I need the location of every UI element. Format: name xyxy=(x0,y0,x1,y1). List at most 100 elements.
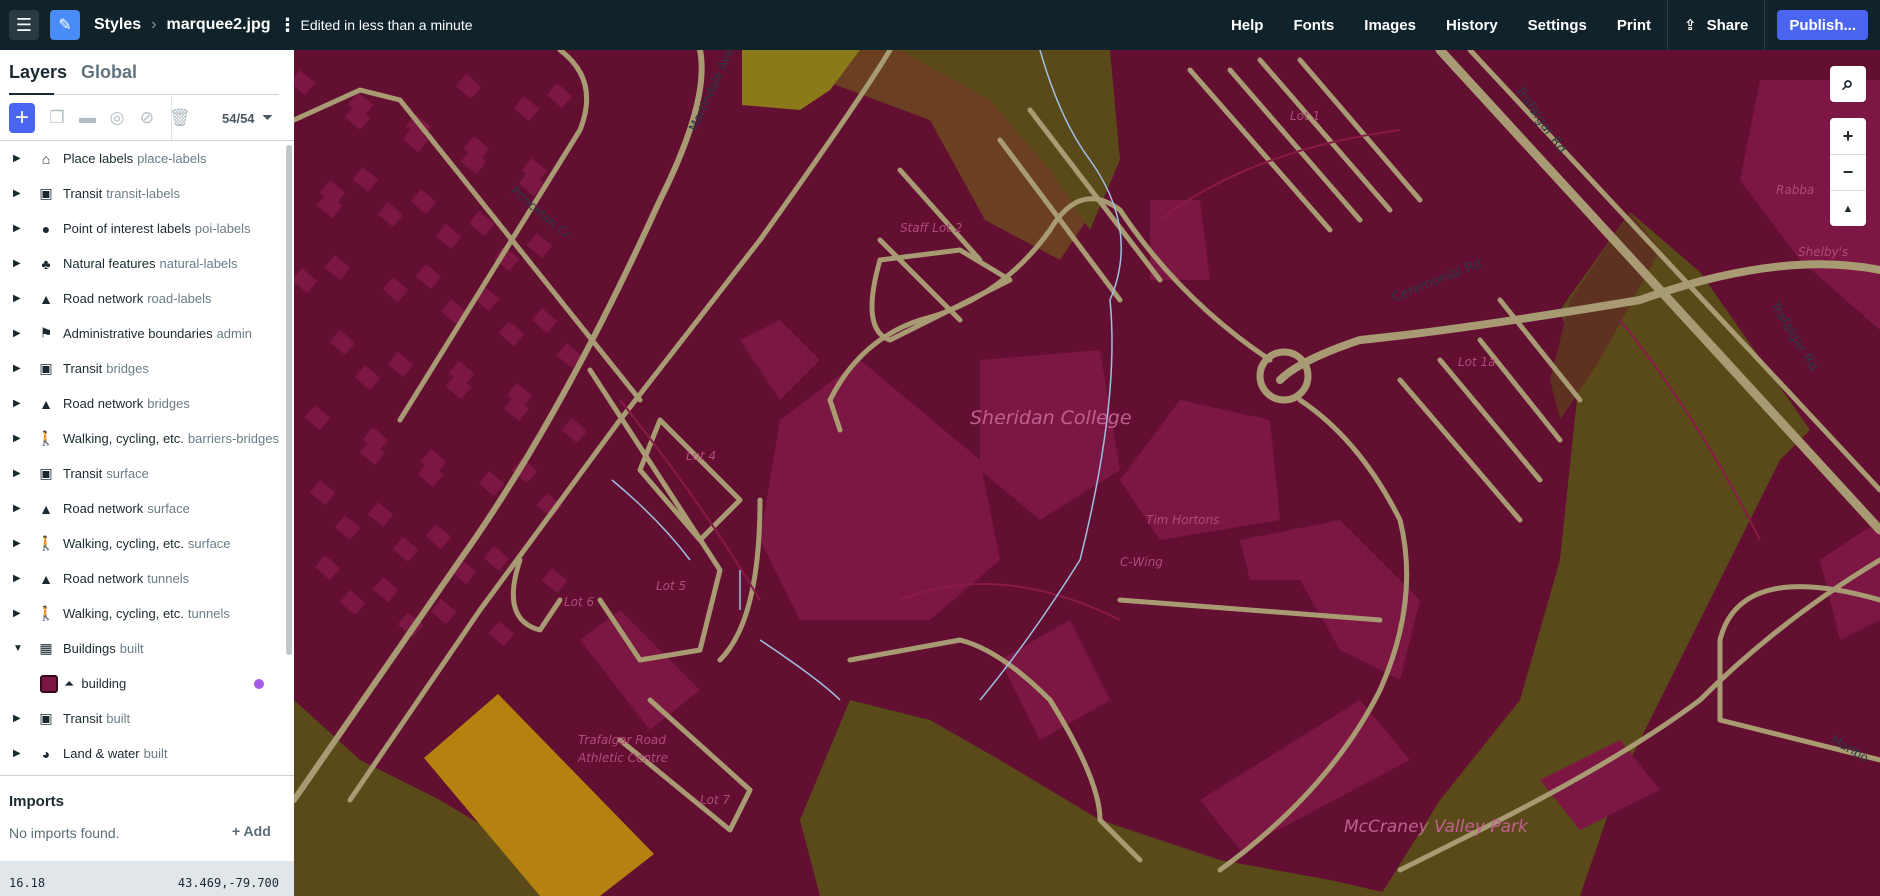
nav-fonts[interactable]: Fonts xyxy=(1293,17,1334,34)
transit-icon: ▣ xyxy=(39,710,53,726)
fill-layer-icon: ⏶ xyxy=(64,675,75,691)
layer-group[interactable]: ▶ ◕ Land & water built xyxy=(0,736,284,771)
caret-right-icon[interactable]: ▶ xyxy=(13,223,27,234)
layer-count[interactable]: 54/54 xyxy=(222,111,255,126)
poi-label: C-Wing xyxy=(1120,555,1163,569)
layer-source: natural-labels xyxy=(159,256,238,271)
caret-right-icon[interactable]: ▶ xyxy=(13,293,27,304)
flag-icon: ⚑ xyxy=(39,325,53,341)
divider xyxy=(0,775,294,776)
filter-icon[interactable]: ⏷ xyxy=(262,109,273,126)
caret-right-icon[interactable]: ▶ xyxy=(13,748,27,759)
share-button[interactable]: ⇪ Share xyxy=(1667,0,1766,50)
place-label: Sheridan College xyxy=(970,407,1132,429)
layer-source: surface xyxy=(187,536,231,551)
edit-status: Edited in less than a minute xyxy=(300,17,473,33)
caret-right-icon[interactable]: ▶ xyxy=(13,573,27,584)
status-footer: 16.18 43.469,-79.700 xyxy=(0,861,294,896)
layer-source: bridges xyxy=(106,361,149,376)
layer-source: transit-labels xyxy=(106,186,180,201)
tab-layers[interactable]: Layers xyxy=(9,62,67,83)
layer-source: tunnels xyxy=(187,606,230,621)
layer-group[interactable]: ▶ ♣ Natural features natural-labels xyxy=(0,246,284,281)
add-import-button[interactable]: + Add xyxy=(232,823,271,839)
caret-down-icon[interactable]: ▼ xyxy=(13,643,27,654)
scrollbar[interactable] xyxy=(286,145,292,655)
layer-group[interactable]: ▶ ▣ Transit surface xyxy=(0,456,284,491)
layer-group[interactable]: ▶ ● Point of interest labels poi-labels xyxy=(0,211,284,246)
layer-group[interactable]: ▶ 🚶 Walking, cycling, etc. surface xyxy=(0,526,284,561)
layer-source: built xyxy=(119,641,144,656)
park-label: McCraney Valley Park xyxy=(1344,817,1529,837)
layer-name: Walking, cycling, etc. xyxy=(63,606,184,621)
layer-group[interactable]: ▶ ▲ Road network surface xyxy=(0,491,284,526)
caret-right-icon[interactable]: ▶ xyxy=(13,398,27,409)
tab-global[interactable]: Global xyxy=(81,62,137,83)
menu-button[interactable]: ☰ xyxy=(9,10,39,40)
nature-icon: ♣ xyxy=(41,255,51,272)
publish-button[interactable]: Publish... xyxy=(1777,10,1868,40)
poi-label: Tim Hortons xyxy=(1146,513,1219,527)
layer-group[interactable]: ▶ 🚶 Walking, cycling, etc. tunnels xyxy=(0,596,284,631)
more-options-icon[interactable]: ⋮ xyxy=(279,16,297,34)
layer-name: Transit xyxy=(63,711,103,726)
layer-group[interactable]: ▶ ▲ Road network bridges xyxy=(0,386,284,421)
caret-right-icon[interactable]: ▶ xyxy=(13,503,27,514)
nav-settings[interactable]: Settings xyxy=(1528,17,1587,34)
nav-help[interactable]: Help xyxy=(1231,17,1264,34)
layer-group[interactable]: ▶ ▲ Road network tunnels xyxy=(0,561,284,596)
breadcrumb-styles[interactable]: Styles xyxy=(94,16,141,34)
caret-right-icon[interactable]: ▶ xyxy=(13,433,27,444)
zoom-in-button[interactable]: + xyxy=(1843,118,1854,154)
caret-right-icon[interactable]: ▶ xyxy=(13,538,27,549)
caret-right-icon[interactable]: ▶ xyxy=(13,188,27,199)
zoom-out-button[interactable]: − xyxy=(1830,154,1866,190)
search-button[interactable]: ⌕ xyxy=(1830,66,1866,102)
road-icon: ▲ xyxy=(39,570,53,587)
layer-name: Administrative boundaries xyxy=(63,326,213,341)
duplicate-icon[interactable]: ❐ xyxy=(49,108,65,128)
caret-right-icon[interactable]: ▶ xyxy=(13,153,27,164)
nav-images[interactable]: Images xyxy=(1364,17,1416,34)
caret-right-icon[interactable]: ▶ xyxy=(13,713,27,724)
caret-right-icon[interactable]: ▶ xyxy=(13,468,27,479)
studio-logo[interactable]: ✎ xyxy=(50,10,80,40)
layer-group[interactable]: ▼ ▦ Buildings built xyxy=(0,631,284,666)
road-icon: ▲ xyxy=(39,500,53,517)
layer-group[interactable]: ▶ ▣ Transit bridges xyxy=(0,351,284,386)
add-layer-button[interactable]: + xyxy=(9,103,35,133)
search-icon: ⌕ xyxy=(1842,72,1854,95)
transit-icon: ▣ xyxy=(39,360,53,376)
layer-group[interactable]: ▶ ▣ Transit transit-labels xyxy=(0,176,284,211)
caret-right-icon[interactable]: ▶ xyxy=(13,328,27,339)
caret-right-icon[interactable]: ▶ xyxy=(13,363,27,374)
road-icon: ▲ xyxy=(39,395,53,412)
folder-icon[interactable]: ▬ xyxy=(79,108,96,128)
style-name[interactable]: marquee2.jpg xyxy=(166,16,270,34)
select-icon[interactable]: ◎ xyxy=(109,108,125,128)
layer-group[interactable]: ▶ ▣ Transit built xyxy=(0,701,284,736)
compass-button[interactable]: ▲ xyxy=(1830,190,1866,226)
layer-name: Transit xyxy=(63,361,103,376)
layer-item[interactable]: ⏶ building xyxy=(0,666,284,701)
layer-group[interactable]: ▶ ⌂ Place labels place-labels xyxy=(0,141,284,176)
layer-source: road-labels xyxy=(147,291,212,306)
layer-name: Road network xyxy=(63,571,144,586)
caret-right-icon[interactable]: ▶ xyxy=(13,608,27,619)
walking-icon: 🚶 xyxy=(37,605,55,621)
layer-group[interactable]: ▶ 🚶 Walking, cycling, etc. barriers-bridges xyxy=(0,421,284,456)
coordinates: 43.469,-79.700 xyxy=(177,876,279,890)
chevron-right-icon: › xyxy=(151,16,157,33)
hide-icon[interactable]: ⊘ xyxy=(139,108,155,128)
layer-group[interactable]: ▶ ⚑ Administrative boundaries admin xyxy=(0,316,284,351)
color-swatch xyxy=(40,674,58,693)
walking-icon: 🚶 xyxy=(37,535,55,551)
nav-print[interactable]: Print xyxy=(1617,17,1651,34)
nav-history[interactable]: History xyxy=(1446,17,1498,34)
layer-group[interactable]: ▶ ▲ Road network road-labels xyxy=(0,281,284,316)
caret-right-icon[interactable]: ▶ xyxy=(13,258,27,269)
layer-name: Point of interest labels xyxy=(63,221,191,236)
modified-indicator xyxy=(254,678,264,689)
map-canvas[interactable]: Martindale Ave Princeton Cr Staff Lot 2 … xyxy=(294,50,1880,896)
divider xyxy=(171,96,172,141)
